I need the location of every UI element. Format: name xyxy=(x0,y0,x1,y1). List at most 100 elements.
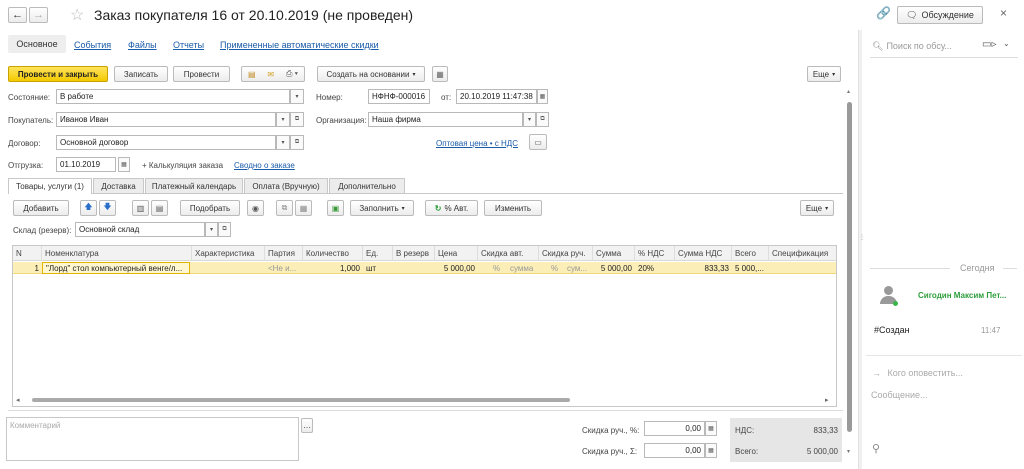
state-field[interactable]: В работе xyxy=(56,89,290,104)
disc-pct-calc-icon[interactable]: ▦ xyxy=(705,421,717,436)
scroll-thumb[interactable] xyxy=(32,398,570,402)
col-n[interactable]: N xyxy=(13,246,42,261)
fill-button[interactable]: Заполнить ▾ xyxy=(350,200,414,216)
copy-icon[interactable]: ⧉ xyxy=(276,200,293,216)
cell-disc-man-pct[interactable]: % xyxy=(548,262,562,274)
col-vat-sum[interactable]: Сумма НДС xyxy=(675,246,732,261)
col-total[interactable]: Всего xyxy=(732,246,769,261)
cell-price[interactable]: 5 000,00 xyxy=(435,262,478,274)
post-and-close-button[interactable]: Провести и закрыть xyxy=(8,66,108,82)
barcode-icon[interactable]: ▥ xyxy=(132,200,149,216)
star-icon[interactable]: ☆ xyxy=(70,5,84,25)
pick-button[interactable]: Подобрать xyxy=(180,200,240,216)
discussion-menu-icon[interactable]: ⌄ xyxy=(1003,39,1010,48)
shipment-calendar-icon[interactable]: ▦ xyxy=(118,157,130,172)
contract-field[interactable]: Основной договор xyxy=(56,135,276,150)
warehouse-dropdown[interactable]: ▾ xyxy=(205,222,218,237)
col-discount-manual[interactable]: Скидка руч. xyxy=(539,246,593,261)
avatar[interactable] xyxy=(878,285,898,306)
calc-label[interactable]: + Калькуляция заказа xyxy=(142,161,223,170)
print-group-button[interactable]: ▤ ✉ ⎙ ▾ xyxy=(241,66,305,82)
form-vscrollbar[interactable]: ▴ ▾ xyxy=(846,88,854,458)
warehouse-open-icon[interactable]: ⧉ xyxy=(218,222,231,237)
cell-vat-sum[interactable]: 833,33 xyxy=(675,262,732,274)
message-author[interactable]: Сигодин Максим Пет... xyxy=(918,291,1006,300)
customer-field[interactable]: Иванов Иван xyxy=(56,112,276,127)
back-button[interactable]: ← xyxy=(8,7,27,23)
discussion-search[interactable]: 🔍︎ Поиск по обсу... xyxy=(872,38,978,54)
cell-batch[interactable]: <Не и... xyxy=(265,262,303,274)
disc-sum-calc-icon[interactable]: ▦ xyxy=(705,443,717,458)
org-dropdown[interactable]: ▾ xyxy=(523,112,536,127)
warehouse-field[interactable]: Основной склад xyxy=(75,222,205,237)
discussion-button[interactable]: 🗨 Обсуждение xyxy=(897,6,983,24)
number-field[interactable]: НФНФ-000016 xyxy=(368,89,430,104)
table-settings-icon[interactable]: ▣ xyxy=(327,200,344,216)
org-field[interactable]: Наша фирма xyxy=(368,112,523,127)
vscroll-up-icon[interactable]: ▴ xyxy=(847,88,850,95)
vscroll-down-icon[interactable]: ▾ xyxy=(847,448,850,455)
vscroll-thumb[interactable] xyxy=(847,102,852,432)
tab-goods[interactable]: Товары, услуги (1) xyxy=(8,178,92,194)
save-button[interactable]: Записать xyxy=(114,66,168,82)
move-down-button[interactable]: 🡇 xyxy=(99,200,116,216)
nav-tab-events[interactable]: События xyxy=(74,40,111,50)
comment-field[interactable]: Комментарий xyxy=(6,417,299,461)
panel-splitter[interactable] xyxy=(858,30,862,469)
message-field[interactable]: Сообщение... xyxy=(871,390,927,400)
cell-quantity[interactable]: 1,000 xyxy=(303,262,363,274)
contract-open-icon[interactable]: ⧉ xyxy=(290,135,304,150)
price-settings-icon[interactable]: ▭ xyxy=(529,134,547,150)
more-button[interactable]: Еще ▾ xyxy=(807,66,841,82)
nav-tab-reports[interactable]: Отчеты xyxy=(173,40,204,50)
tab-delivery[interactable]: Доставка xyxy=(93,178,144,193)
scanner-icon[interactable]: ▤ xyxy=(151,200,168,216)
add-row-button[interactable]: Добавить xyxy=(13,200,69,216)
tab-payment-manual[interactable]: Оплата (Вручную) xyxy=(244,178,328,193)
nav-tab-files[interactable]: Файлы xyxy=(128,40,157,50)
nav-tab-main[interactable]: Основное xyxy=(8,35,66,53)
disc-sum-field[interactable]: 0,00 xyxy=(644,443,705,458)
cell-disc-auto-sum[interactable]: сумма xyxy=(507,262,539,274)
summary-link[interactable]: Сводно о заказе xyxy=(234,161,295,170)
col-item[interactable]: Номенклатура xyxy=(42,246,192,261)
auto-discount-button[interactable]: ↻ % Авт. xyxy=(425,200,478,216)
forward-button[interactable]: → xyxy=(29,7,48,23)
col-discount-auto[interactable]: Скидка авт. xyxy=(478,246,539,261)
col-spec[interactable]: Спецификация xyxy=(769,246,836,261)
col-quantity[interactable]: Количество xyxy=(303,246,363,261)
col-vat-rate[interactable]: % НДС xyxy=(635,246,675,261)
post-button[interactable]: Провести xyxy=(173,66,230,82)
state-dropdown[interactable]: ▾ xyxy=(290,89,304,104)
comment-expand-button[interactable]: … xyxy=(301,418,313,433)
price-type-link[interactable]: Оптовая цена • с НДС xyxy=(436,139,518,148)
disc-pct-field[interactable]: 0,00 xyxy=(644,421,705,436)
create-based-on-button[interactable]: Создать на основании ▾ xyxy=(317,66,425,82)
table-hscrollbar[interactable]: ◂ ▸ xyxy=(14,396,835,405)
tab-additional[interactable]: Дополнительно xyxy=(329,178,405,193)
structure-icon[interactable]: ▦ xyxy=(432,66,448,82)
cell-sum[interactable]: 5 000,00 xyxy=(593,262,635,274)
col-characteristic[interactable]: Характеристика xyxy=(192,246,265,261)
col-batch[interactable]: Партия xyxy=(265,246,303,261)
contract-dropdown[interactable]: ▾ xyxy=(276,135,290,150)
org-open-icon[interactable]: ⧉ xyxy=(536,112,549,127)
calendar-icon[interactable]: ▦ xyxy=(537,89,548,104)
nav-tab-auto-discounts[interactable]: Примененные автоматические скидки xyxy=(220,40,379,50)
shipment-field[interactable]: 01.10.2019 xyxy=(56,157,116,172)
scroll-right-icon[interactable]: ▸ xyxy=(825,396,829,404)
notify-field[interactable]: → Кого оповестить... xyxy=(872,368,963,378)
link-icon[interactable]: 🔗 xyxy=(876,6,891,20)
cell-disc-man-sum[interactable]: сум... xyxy=(564,262,593,274)
paste-icon[interactable]: ▦ xyxy=(295,200,312,216)
cell-disc-auto-pct[interactable]: % xyxy=(490,262,504,274)
date-field[interactable]: 20.10.2019 11:47:38 xyxy=(456,89,537,104)
close-icon[interactable]: × xyxy=(1000,6,1007,20)
cell-total[interactable]: 5 000,... xyxy=(732,262,769,274)
cell-vat-rate[interactable]: 20% xyxy=(635,262,675,274)
attach-icon[interactable]: ⚲ xyxy=(872,442,880,455)
video-icon[interactable]: ▭▹ xyxy=(982,39,996,50)
col-reserve[interactable]: В резерв xyxy=(393,246,435,261)
col-price[interactable]: Цена xyxy=(435,246,478,261)
scroll-left-icon[interactable]: ◂ xyxy=(16,396,20,404)
